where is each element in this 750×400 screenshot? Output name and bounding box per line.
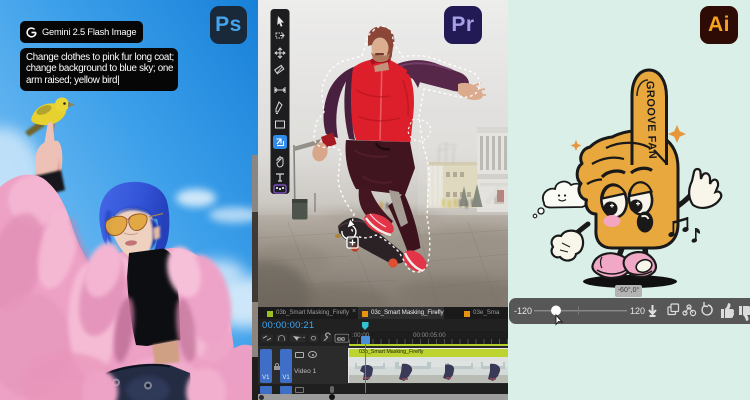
svg-text:120: 120 <box>630 306 645 316</box>
svg-text:-120: -120 <box>514 306 532 316</box>
svg-text:CC: CC <box>337 337 345 343</box>
